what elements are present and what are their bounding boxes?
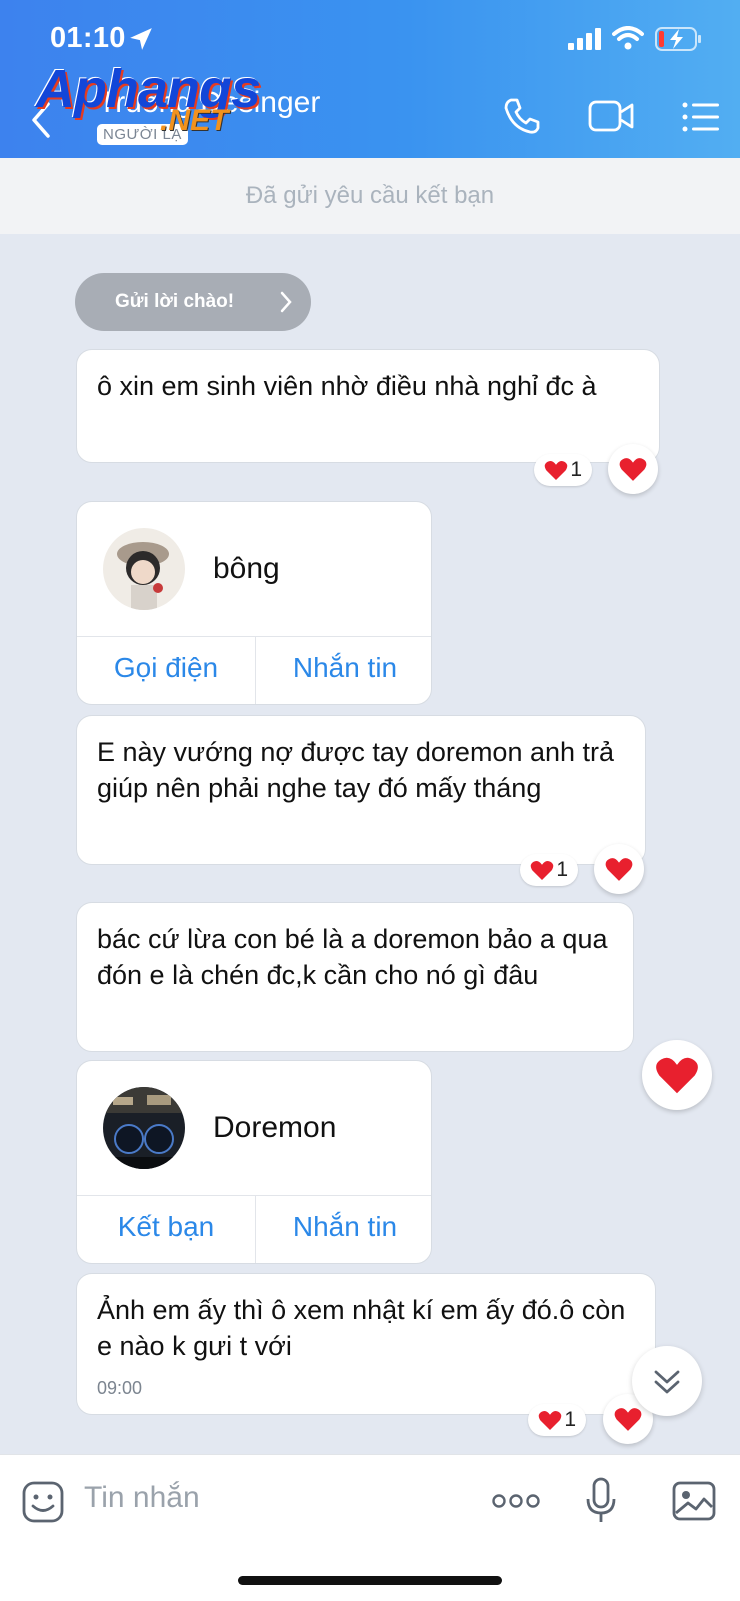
heart-icon — [605, 858, 633, 881]
message-button[interactable]: Nhắn tin — [256, 1211, 431, 1243]
call-button[interactable]: Gọi điện — [77, 652, 255, 684]
react-heart-button[interactable] — [594, 844, 644, 894]
reaction-number: 1 — [570, 458, 582, 481]
home-indicator — [238, 1576, 502, 1585]
more-options-icon[interactable] — [492, 1493, 540, 1509]
friend-request-status: Đã gửi yêu cầu kết bạn — [0, 158, 740, 234]
menu-list-icon[interactable] — [682, 102, 720, 132]
heart-icon — [530, 860, 554, 881]
react-heart-button[interactable] — [642, 1040, 712, 1110]
message-bubble[interactable]: E này vướng nợ được tay doremon anh trả … — [76, 715, 646, 865]
reaction-count[interactable]: 1 — [534, 454, 592, 486]
cellular-signal-icon — [568, 28, 601, 50]
send-greeting-button[interactable]: Gửi lời chào! — [75, 273, 311, 331]
contact-card-name: Doremon — [213, 1111, 337, 1144]
reaction-count[interactable]: 1 — [528, 1404, 586, 1436]
microphone-icon[interactable] — [584, 1477, 618, 1525]
sticker-emoji-icon[interactable] — [22, 1481, 64, 1523]
heart-icon — [619, 458, 647, 481]
heart-icon — [538, 1410, 562, 1431]
message-text: bác cứ lừa con bé là a doremon bảo a qua… — [97, 924, 608, 990]
reaction-count[interactable]: 1 — [520, 854, 578, 886]
watermark-logo-suffix: .NET — [160, 104, 229, 137]
heart-icon — [614, 1408, 642, 1431]
wifi-icon — [612, 26, 644, 50]
message-time: 09:00 — [97, 1378, 143, 1398]
heart-icon — [544, 460, 568, 481]
reaction-number: 1 — [564, 1408, 576, 1431]
message-bubble[interactable]: Ảnh em ấy thì ô xem nhật kí em ấy đó.ô c… — [76, 1273, 656, 1415]
battery-charging-icon — [655, 27, 701, 51]
location-arrow-icon — [130, 28, 152, 50]
status-time: 01:10 — [50, 22, 126, 54]
message-bubble[interactable]: ô xin em sinh viên nhờ điều nhà nghỉ đc … — [76, 349, 660, 463]
chevron-right-icon — [280, 291, 292, 313]
react-heart-button[interactable] — [608, 444, 658, 494]
add-friend-button[interactable]: Kết bạn — [77, 1211, 255, 1243]
phone-icon[interactable] — [502, 96, 542, 136]
scroll-to-bottom-button[interactable] — [632, 1346, 702, 1416]
message-text: ô xin em sinh viên nhờ điều nhà nghỉ đc … — [97, 371, 597, 401]
avatar — [103, 1087, 185, 1169]
message-input[interactable]: Tin nhắn — [84, 1481, 200, 1515]
video-call-icon[interactable] — [588, 100, 634, 132]
contact-card[interactable]: Doremon Kết bạn Nhắn tin — [76, 1060, 432, 1264]
contact-card[interactable]: bông Gọi điện Nhắn tin — [76, 501, 432, 705]
chat-header: 01:10 Truong Desinger NGƯỜI LẠ Aphangs .… — [0, 0, 740, 158]
image-gallery-icon[interactable] — [672, 1481, 716, 1521]
avatar — [103, 528, 185, 610]
heart-icon — [656, 1057, 698, 1094]
divider — [77, 636, 431, 637]
reaction-number: 1 — [556, 858, 568, 881]
message-text: Ảnh em ấy thì ô xem nhật kí em ấy đó.ô c… — [97, 1295, 626, 1361]
divider — [77, 1195, 431, 1196]
message-button[interactable]: Nhắn tin — [256, 652, 431, 684]
message-bubble[interactable]: bác cứ lừa con bé là a doremon bảo a qua… — [76, 902, 634, 1052]
double-chevron-down-icon — [654, 1370, 680, 1394]
contact-card-name: bông — [213, 552, 280, 585]
send-greeting-label: Gửi lời chào! — [115, 291, 235, 312]
message-text: E này vướng nợ được tay doremon anh trả … — [97, 737, 615, 803]
